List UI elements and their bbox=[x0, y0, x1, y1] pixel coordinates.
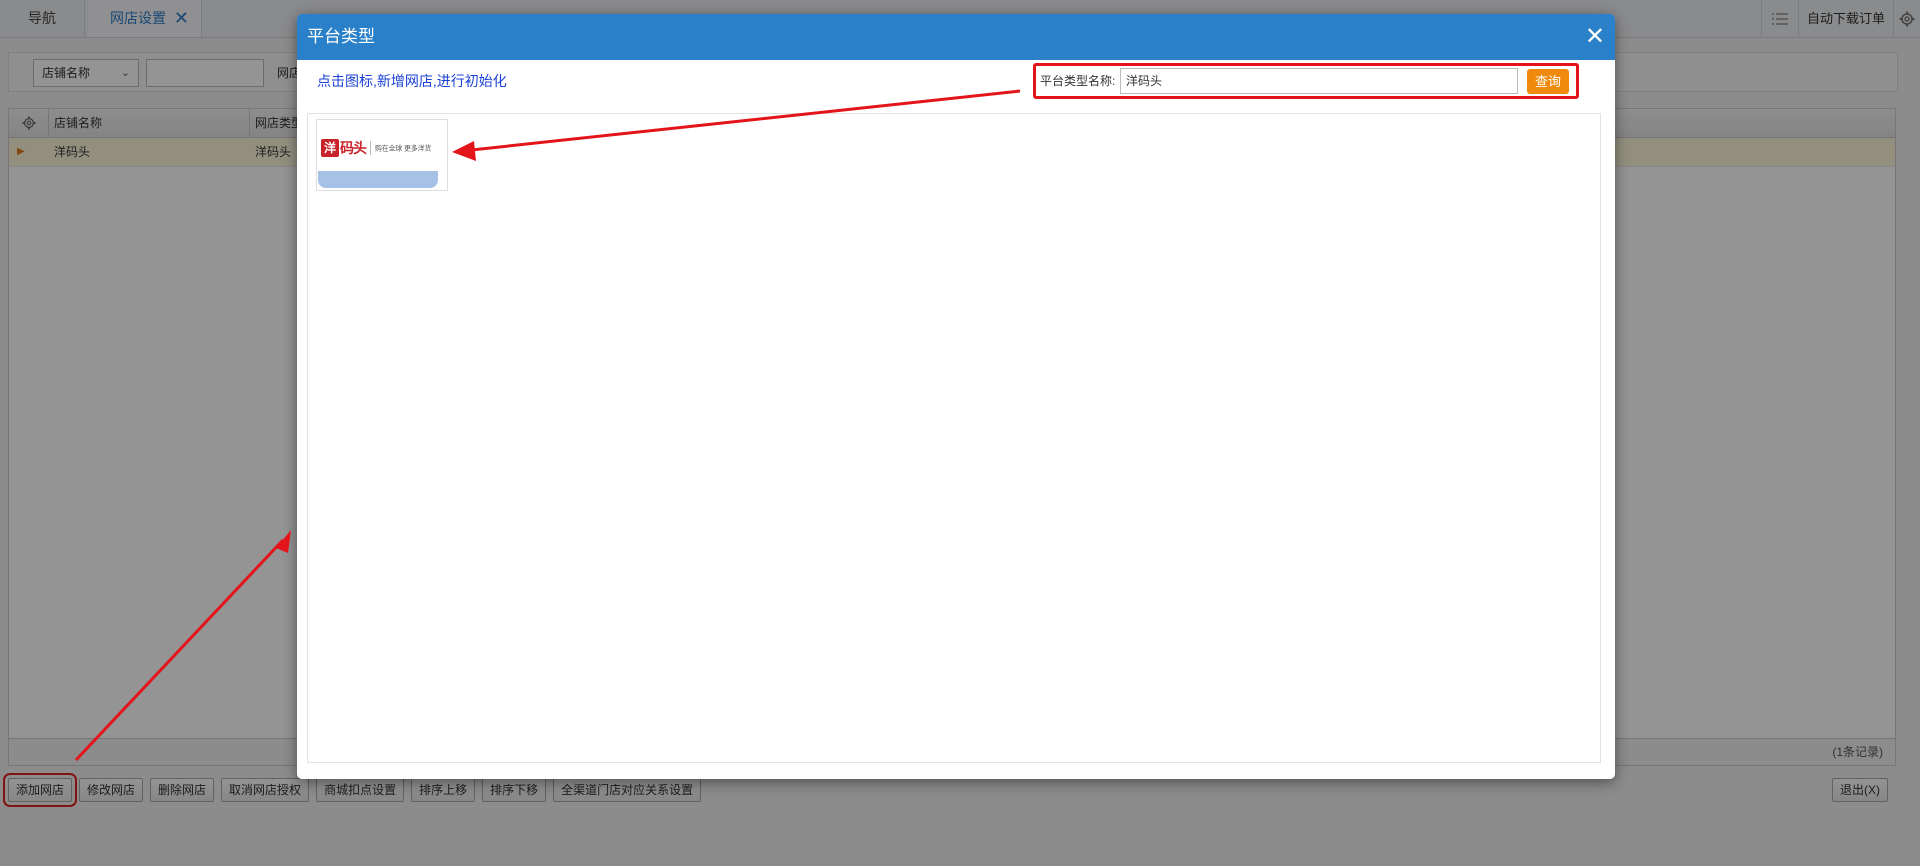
dialog-header: 平台类型 ✕ bbox=[297, 14, 1615, 60]
platform-search-label: 平台类型名称: bbox=[1040, 74, 1116, 88]
platform-tile-ymatou[interactable]: 洋 码头 购在全球 更多洋货 bbox=[316, 119, 448, 191]
dialog-hint: 点击图标,新增网店,进行初始化 bbox=[317, 73, 507, 89]
platform-search-input[interactable]: 洋码头 bbox=[1120, 68, 1518, 94]
platform-type-dialog: 平台类型 ✕ 点击图标,新增网店,进行初始化 平台类型名称: 洋码头 查询 洋 … bbox=[297, 14, 1615, 779]
ymatou-logo: 洋 码头 购在全球 更多洋货 bbox=[321, 136, 441, 160]
close-icon[interactable]: ✕ bbox=[1585, 14, 1605, 60]
logo-divider bbox=[370, 141, 371, 155]
ymatou-logo-bag: 洋 bbox=[321, 139, 339, 157]
ymatou-logo-brand: 码头 bbox=[340, 140, 367, 156]
platform-search-box: 平台类型名称: 洋码头 查询 bbox=[1033, 63, 1579, 99]
ymatou-slogan: 购在全球 更多洋货 bbox=[375, 144, 432, 152]
platform-list: 洋 码头 购在全球 更多洋货 bbox=[307, 113, 1601, 763]
tile-footer-band bbox=[318, 171, 438, 188]
query-button[interactable]: 查询 bbox=[1527, 69, 1569, 94]
dialog-title: 平台类型 bbox=[307, 27, 375, 46]
